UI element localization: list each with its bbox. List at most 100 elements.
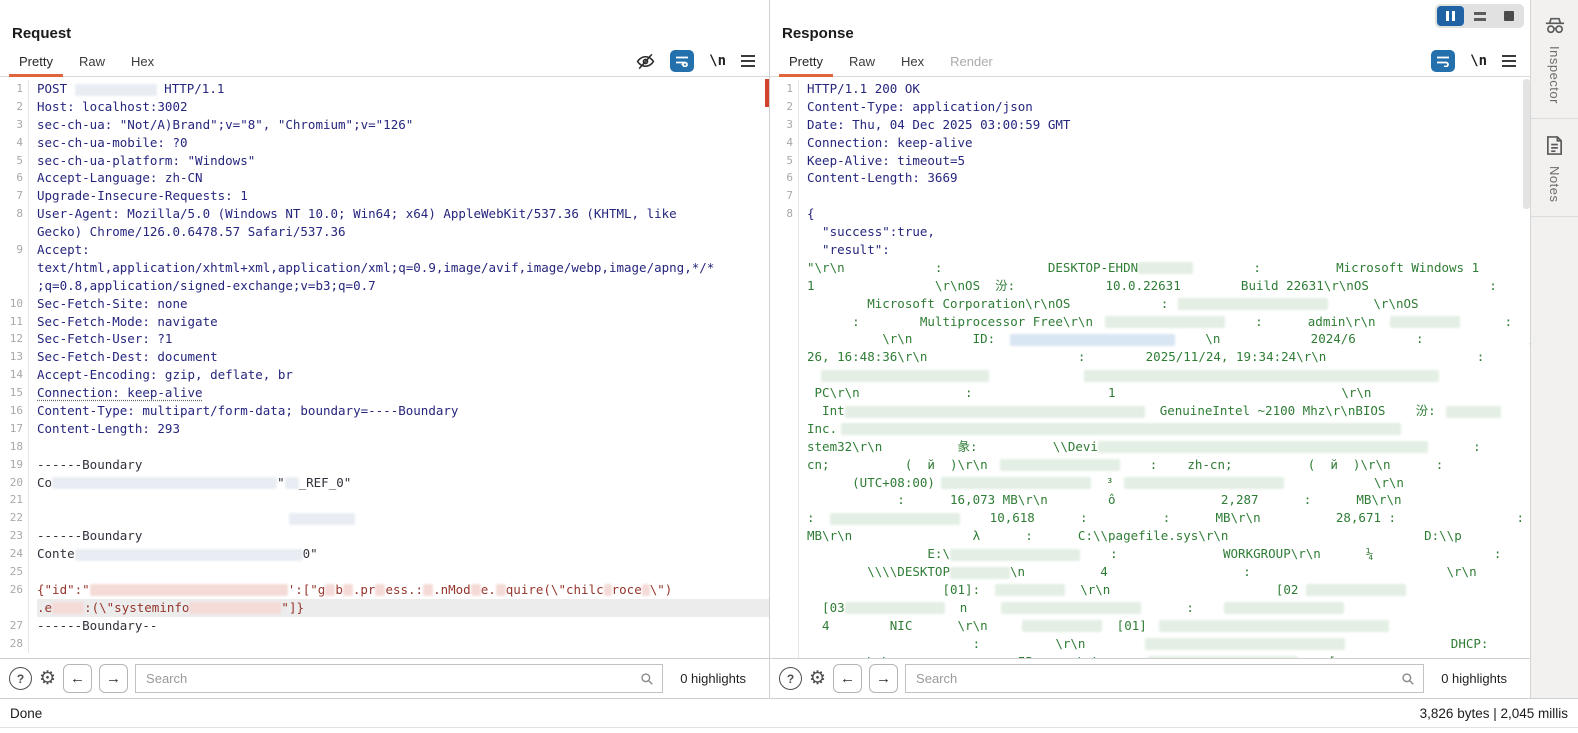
code-text: .e <box>37 600 52 615</box>
code-text: [03 <box>807 600 845 615</box>
prev-match-button[interactable]: ← <box>833 664 862 693</box>
line-number <box>770 384 799 402</box>
code-line: 1POST HTTP/1.1 <box>0 80 769 98</box>
status-metrics: 3,826 bytes | 2,045 millis <box>1420 706 1568 721</box>
code-line: 24Conte0" <box>0 545 769 563</box>
response-tab-raw[interactable]: Raw <box>836 46 888 76</box>
redacted-region <box>1022 620 1102 632</box>
line-content: E:\ : WORKGROUP\r\n ¼ : <box>807 545 1530 563</box>
line-content: Content-Type: multipart/form-data; bound… <box>37 402 769 420</box>
sidebar-item-inspector[interactable]: Inspector <box>1531 0 1578 119</box>
line-number <box>770 438 799 456</box>
redacted-region <box>1446 406 1501 418</box>
wrap-icon[interactable] <box>1431 50 1455 72</box>
code-line: 28 <box>0 635 769 653</box>
line-number: 3 <box>770 116 799 134</box>
code-line: 23------Boundary <box>0 527 769 545</box>
code-line: 12Sec-Fetch-User: ?1 <box>0 330 769 348</box>
help-icon[interactable]: ? <box>9 667 32 690</box>
prev-match-button[interactable]: ← <box>63 664 92 693</box>
line-content: \r\n ID: \n 2024/6 : / <box>807 330 1530 348</box>
stop-button[interactable] <box>1495 6 1522 26</box>
line-content: "success":true, <box>807 223 1530 241</box>
line-number <box>770 617 799 635</box>
menu-icon[interactable] <box>1502 55 1516 67</box>
redacted-region <box>471 584 481 596</box>
request-tab-raw[interactable]: Raw <box>66 46 118 76</box>
code-line: Int GenuineIntel ~2100 Mhz\r\nBIOS 汾: <box>770 402 1530 420</box>
response-tab-pretty[interactable]: Pretty <box>776 46 836 76</box>
response-tab-hex[interactable]: Hex <box>888 46 937 76</box>
next-match-button[interactable]: → <box>869 664 898 693</box>
line-number <box>770 581 799 599</box>
next-match-button[interactable]: → <box>99 664 128 693</box>
code-line: Gecko) Chrome/126.0.6478.57 Safari/537.3… <box>0 223 769 241</box>
wrap-icon[interactable] <box>670 50 694 72</box>
line-content: Sec-Fetch-User: ?1 <box>37 330 769 348</box>
code-text: Sec-Fetch-Mode: navigate <box>37 314 218 329</box>
pause-button[interactable] <box>1437 6 1464 26</box>
code-line: 19------Boundary <box>0 456 769 474</box>
line-content: [01]: \r\n [02 <box>807 581 1530 599</box>
code-line: .e:(\"systeminfo"]} <box>0 599 769 617</box>
redacted-region <box>1010 334 1175 346</box>
redacted-region <box>1390 316 1460 328</box>
code-line: 20Co"_REF_0" <box>0 474 769 492</box>
line-content: Sec-Fetch-Mode: navigate <box>37 313 769 331</box>
code-text: (UTC+08:00) <box>807 475 935 490</box>
line-content: 1 \r\nOS 汾: 10.0.22631 Build 22631\r\nOS… <box>807 277 1530 295</box>
code-text: ;q=0.8,application/signed-exchange;v=b3;… <box>37 278 376 293</box>
line-content: (UTC+08:00) ³ \r\n <box>807 474 1530 492</box>
code-text: {"id":" <box>37 582 90 597</box>
request-scroll-marker <box>765 79 769 107</box>
newline-icon[interactable]: \n <box>1470 53 1487 69</box>
code-text: ³ <box>1091 475 1114 490</box>
code-text: Sec-Fetch-Dest: document <box>37 349 218 364</box>
response-highlights-count: 0 highlights <box>1431 671 1521 686</box>
code-text: \r\n [02 <box>1065 582 1298 597</box>
menu-icon[interactable] <box>741 55 755 67</box>
code-line: 3sec-ch-ua: "Not/A)Brand";v="8", "Chromi… <box>0 116 769 134</box>
code-line: 4Connection: keep-alive <box>770 134 1530 152</box>
code-line: \r\n IP \r\n [c <box>770 653 1530 659</box>
gear-icon[interactable]: ⚙ <box>39 669 56 688</box>
request-search-input[interactable] <box>144 670 640 687</box>
request-editor[interactable]: 1POST HTTP/1.12Host: localhost:30023sec-… <box>0 77 769 658</box>
line-content: { <box>807 205 1530 223</box>
response-tab-render[interactable]: Render <box>937 46 1006 76</box>
request-tab-hex[interactable]: Hex <box>118 46 167 76</box>
response-search-bar: ? ⚙ ← → 0 highlights <box>770 658 1530 698</box>
capture-controls <box>1435 4 1524 28</box>
line-number <box>0 259 29 277</box>
lines-button[interactable] <box>1466 6 1493 26</box>
line-number <box>770 402 799 420</box>
line-number: 3 <box>0 116 29 134</box>
code-text: POST <box>37 81 75 96</box>
redacted-region <box>285 477 299 489</box>
line-number <box>770 474 799 492</box>
code-text: [c <box>1298 654 1343 659</box>
help-icon[interactable]: ? <box>779 667 802 690</box>
sidebar-item-notes[interactable]: Notes <box>1531 119 1578 217</box>
response-editor-icons: \n <box>1431 50 1524 72</box>
line-number <box>0 277 29 295</box>
code-line: [03 n : <box>770 599 1530 617</box>
code-line: 1 \r\nOS 汾: 10.0.22631 Build 22631\r\nOS… <box>770 277 1530 295</box>
request-tab-pretty[interactable]: Pretty <box>6 46 66 76</box>
newline-icon[interactable]: \n <box>709 53 726 69</box>
code-text: Content-Type: multipart/form-data; bound… <box>37 403 458 418</box>
line-content: "\r\n : DESKTOP-EHDN : Microsoft Windows… <box>807 259 1530 277</box>
line-number: 5 <box>770 152 799 170</box>
code-line: 26{"id":"':["gb.press.:.nMode.quire(\"ch… <box>0 581 769 599</box>
response-search-input[interactable] <box>914 670 1401 687</box>
code-line: cn; ( й )\r\n : zh-cn; ( й )\r\n : <box>770 456 1530 474</box>
code-line: 9Accept: <box>0 241 769 259</box>
code-line: 10Sec-Fetch-Site: none <box>0 295 769 313</box>
gear-icon[interactable]: ⚙ <box>809 669 826 688</box>
line-number <box>770 366 799 384</box>
eye-off-icon[interactable] <box>635 51 655 71</box>
response-editor[interactable]: 1HTTP/1.1 200 OK2Content-Type: applicati… <box>770 77 1530 658</box>
response-scrollbar-thumb[interactable] <box>1523 79 1530 209</box>
code-text: : Microsoft Windows 1 <box>1193 260 1479 275</box>
code-line: text/html,application/xhtml+xml,applicat… <box>0 259 769 277</box>
